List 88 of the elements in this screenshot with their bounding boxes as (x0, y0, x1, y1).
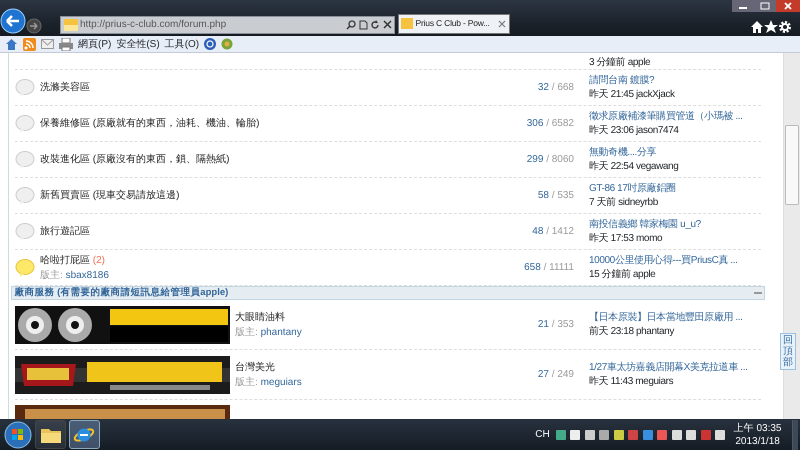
stop-icon[interactable] (382, 20, 392, 29)
menu-item[interactable]: 工具(O) (164, 36, 200, 52)
last-post-info: 15 分鐘前 apple (589, 268, 656, 281)
refresh-icon[interactable] (370, 20, 380, 30)
forum-title[interactable]: 旅行遊記區 (40, 226, 90, 237)
new-post-count: (2) (92, 254, 106, 266)
topic-count: 299 (526, 154, 544, 165)
print-icon[interactable] (59, 38, 73, 50)
last-post-link[interactable]: 10000公里使用心得---買PriusC真 ... (589, 254, 738, 268)
site-icon (64, 18, 78, 30)
language-indicator[interactable]: CH (535, 427, 550, 442)
post-count: 8060 (552, 154, 574, 165)
search-icon[interactable] (346, 20, 356, 30)
post-count: 6582 (552, 118, 574, 129)
scrollbar[interactable] (783, 53, 800, 419)
restore-icon[interactable] (754, 0, 776, 12)
last-post-info: 昨天 21:45 jackXjack (589, 88, 675, 101)
clock-time: 上午 03:35 (734, 422, 782, 434)
separator: / (552, 82, 555, 93)
separator: / (546, 118, 549, 129)
compatibility-icon[interactable] (358, 20, 368, 30)
post-count: 1412 (552, 226, 574, 237)
settings-icon[interactable] (778, 20, 792, 34)
last-post-link[interactable]: 南投信義鄉 韓家梅園 u_u? (589, 218, 701, 232)
moderator-label: 版主: (235, 326, 258, 338)
clock-date: 2013/1/18 (734, 434, 781, 448)
topic-count: 32 (538, 82, 549, 93)
separator: / (546, 154, 549, 165)
separator: / (546, 226, 549, 237)
section-title[interactable]: 廠商服務 (有需要的廠商請短訊息給管理員apple) (14, 286, 228, 300)
moderator-link[interactable]: phantany (260, 326, 302, 338)
forum-title[interactable]: 哈啦打屁區 (40, 254, 90, 266)
last-post-link[interactable]: 徵求原廠補漆筆購買管道（小瑪被 ... (589, 110, 743, 124)
favorites-icon[interactable] (764, 20, 778, 34)
forum-title[interactable]: 改裝進化區 (原廠沒有的東西，鎖、隔熱紙) (40, 154, 230, 165)
forum-title[interactable]: 大眼睛油料 (235, 312, 285, 322)
browser-tab[interactable]: Prius C Club - Pow... (398, 14, 510, 34)
close-icon[interactable] (776, 0, 800, 12)
taskbar-button[interactable] (68, 420, 100, 449)
topic-count: 658 (524, 262, 541, 273)
minimize-icon[interactable] (732, 0, 754, 12)
post-count: 535 (557, 190, 574, 201)
start-button[interactable] (2, 420, 32, 450)
forum-title[interactable]: 洗滌美容區 (40, 82, 90, 93)
moderator-link[interactable]: meguiars (260, 376, 302, 388)
last-post-info: 7 天前 sidneyrbb (589, 196, 658, 209)
site-icon (401, 18, 413, 29)
separator: / (552, 190, 555, 201)
moderator-label: 版主: (235, 376, 258, 388)
separator: / (552, 369, 555, 380)
tab-title: Prius C Club - Pow... (416, 17, 491, 30)
post-count: 668 (557, 82, 574, 93)
last-post-link[interactable]: 請問台南 鍍膜? (589, 74, 654, 88)
moderator-link[interactable]: sbax8186 (66, 270, 109, 280)
address-text: http://prius-c-club.com/forum.php (80, 18, 228, 32)
moderator-label: 版主: (40, 270, 63, 280)
scrollbar-thumb[interactable] (785, 125, 799, 205)
last-post-link[interactable]: GT-86 17吋原廠鋁圈 (589, 182, 676, 196)
topic-count: 306 (526, 118, 544, 129)
last-post-info: 昨天 22:54 vegawang (589, 160, 678, 173)
close-icon[interactable] (498, 20, 506, 28)
topic-count: 27 (538, 369, 549, 380)
last-post-link[interactable]: 1/27車太坊嘉義店開幕X美克拉道車 ... (589, 361, 748, 374)
separator: / (544, 262, 546, 273)
forum-title[interactable]: 新舊買賣區 (現車交易請放這邊) (40, 190, 180, 201)
last-post-link[interactable]: 無動奇機....分享 (589, 146, 656, 160)
last-post-info: 前天 23:18 phantany (589, 324, 674, 338)
last-post-info: 昨天 17:53 momo (589, 232, 662, 245)
forum-title[interactable]: 台灣美光 (235, 362, 275, 372)
separator: / (552, 319, 555, 330)
back-icon[interactable] (0, 8, 26, 34)
last-post-info: 3 分鐘前 apple (589, 56, 650, 69)
address-bar[interactable]: http://prius-c-club.com/forum.php (60, 16, 395, 34)
topic-count: 21 (538, 319, 549, 330)
last-post-info: 昨天 23:06 jason7474 (589, 124, 679, 137)
last-post-link[interactable]: 【日本原裝】日本當地豐田原廠用 ... (589, 311, 743, 324)
menu-item[interactable]: 安全性(S) (116, 36, 160, 52)
topic-count: 48 (532, 226, 544, 237)
taskbar-button[interactable] (35, 420, 66, 449)
post-count: 353 (557, 319, 574, 330)
back-to-top-button[interactable]: 回頂部 (780, 333, 796, 370)
post-count: 249 (557, 369, 574, 380)
last-post-info: 昨天 11:43 meguiars (589, 374, 674, 388)
menu-item[interactable]: 網頁(P) (78, 36, 112, 52)
forward-icon[interactable] (26, 18, 42, 34)
topic-count: 58 (538, 190, 549, 201)
forum-title[interactable]: 保養維修區 (原廠就有的東西，油耗、機油、輪胎) (40, 118, 260, 129)
post-count: 11111 (549, 262, 574, 273)
